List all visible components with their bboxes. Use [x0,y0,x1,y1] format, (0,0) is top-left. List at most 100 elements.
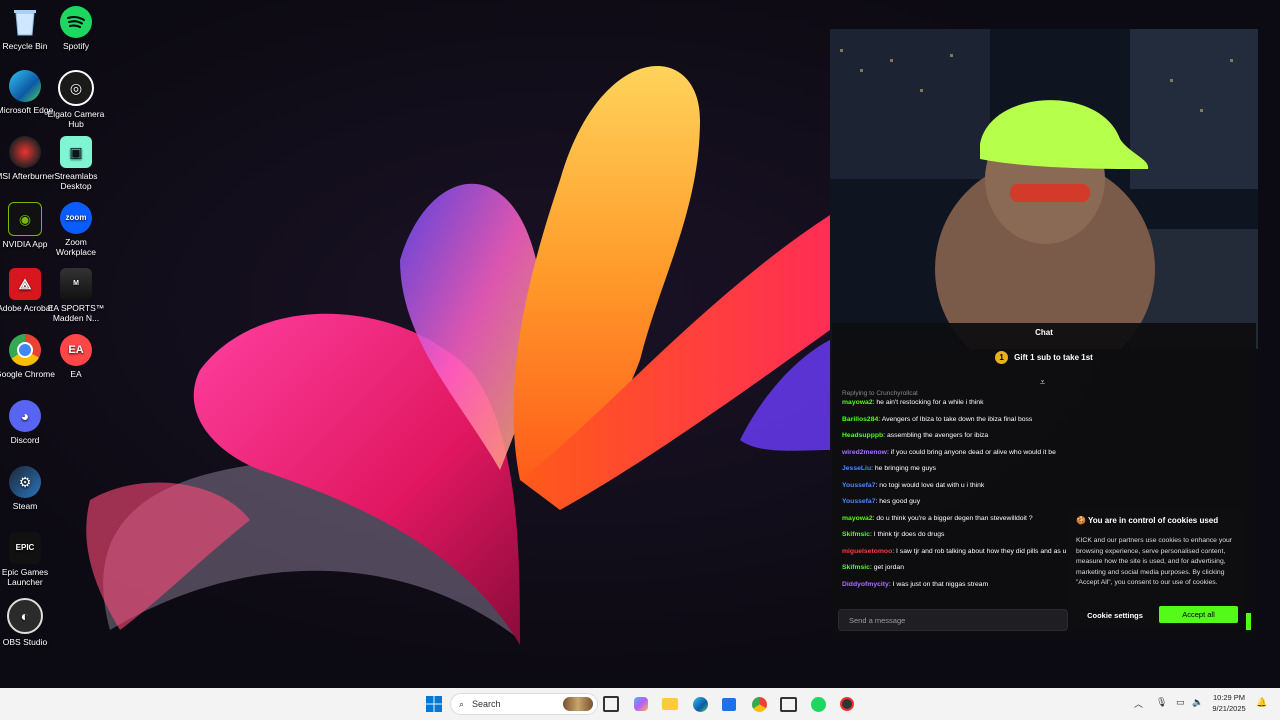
desktop-icon-epic[interactable]: EPIC Epic Games Launcher [0,532,57,587]
pinned-text: Gift 1 sub to take 1st [1014,353,1093,362]
send-message-input[interactable]: Send a message [838,609,1068,631]
zoom-icon: zoom [60,202,92,234]
taskbar-search[interactable]: ⌕ Search [450,693,598,715]
record-taskbar-icon[interactable] [837,694,857,714]
chat-text: assembling the avengers for ibiza [886,432,989,439]
chat-text: get jordan [873,564,904,571]
chat-message: Youssefa7: no togi would love dat with u… [842,482,1074,491]
clock-time: 10:29 PM [1212,693,1246,702]
edge-taskbar-icon[interactable] [690,694,710,714]
desktop-icon-ea[interactable]: EA EA [44,334,108,379]
store-icon[interactable] [719,694,739,714]
taskbar: ⌕ Search ︿ 🎙 ▭ 🔈 10:29 PM 9/21/2025 🔔 [0,688,1280,720]
cookie-banner: 🍪 You are in control of cookies used KIC… [1068,506,1246,630]
spotify-icon [60,6,92,38]
desktop-icon-discord[interactable]: ◕ Discord [0,400,57,445]
app-taskbar-icon[interactable] [778,694,798,714]
microphone-icon[interactable]: 🎙 [1156,697,1167,708]
chrome-icon [9,334,41,366]
chat-username[interactable]: Skifmsic [842,564,870,571]
collapse-icon[interactable]: ⩡ [1040,377,1045,388]
search-highlight-icon [563,697,593,711]
chat-message: Barillos284: Avengers of Ibiza to take d… [842,416,1074,425]
taskbar-clock[interactable]: 10:29 PM 9/21/2025 [1206,692,1252,714]
chat-message: wired2menow: if you could bring anyone d… [842,449,1074,458]
show-hidden-icons-icon[interactable]: ︿ [1134,697,1143,710]
chat-message: Youssefa7: hes good guy [842,498,1074,507]
edge-icon [9,70,41,102]
reply-note: Replying to Crunchyrollcat [842,390,918,397]
chat-message: JesseLiu: he bringing me guys [842,465,1074,474]
steam-icon: ⚙ [9,466,41,498]
afterburner-icon [9,136,41,168]
chat-message: miguelsetomoo: I saw tjr and rob talking… [842,548,1074,557]
madden-icon: M [60,268,92,300]
spotify-taskbar-icon[interactable] [808,694,828,714]
chat-username[interactable]: Youssefa7 [842,482,876,489]
chat-username[interactable]: mayowa2 [842,515,873,522]
file-explorer-icon[interactable] [660,694,680,714]
chat-send-accent [1246,613,1251,630]
start-button[interactable] [424,694,444,714]
desktop-icon-streamlabs[interactable]: ▣ Streamlabs Desktop [44,136,108,191]
cookie-title: 🍪 You are in control of cookies used [1076,516,1219,525]
recycle-bin-icon [9,6,41,38]
chat-username[interactable]: Youssefa7 [842,498,876,505]
chat-message: mayowa2: do u think you're a bigger dege… [842,515,1074,524]
chat-username[interactable]: Diddyofmycity [842,581,889,588]
streamlabs-icon: ▣ [60,136,92,168]
network-icon[interactable]: ▭ [1176,697,1185,708]
notification-icon[interactable]: 🔔 [1256,697,1267,708]
chat-message: mayowa2: he ain't restocking for a while… [842,399,1074,408]
chat-title: Chat [1035,328,1053,337]
acrobat-icon: ⟁ [9,268,41,300]
windows-icon [426,696,442,712]
webcam-image [830,29,1258,349]
chat-username[interactable]: Barillos284 [842,416,878,423]
cookie-settings-button[interactable]: Cookie settings [1078,607,1152,623]
chat-username[interactable]: miguelsetomoo [842,548,892,555]
chat-username[interactable]: JesseLiu [842,465,871,472]
desktop-icon-steam[interactable]: ⚙ Steam [0,466,57,511]
accept-all-button[interactable]: Accept all [1159,606,1238,623]
chat-text: I saw tjr and rob talking about how they… [896,547,1067,555]
chat-message: Diddyofmycity: I was just on that niggas… [842,581,1074,590]
chat-text: do u think you're a bigger degen than st… [876,514,1033,522]
webcam-feed [830,29,1258,349]
search-label: Search [472,699,501,709]
gift-badge-icon: 1 [995,351,1009,364]
search-icon: ⌕ [459,698,465,709]
chat-username[interactable]: wired2menow [842,449,887,456]
chat-username[interactable]: Headsupppb [842,432,883,439]
chat-text: if you could bring anyone dead or alive … [890,448,1056,456]
desktop-icon-spotify[interactable]: Spotify [44,6,108,51]
epic-games-icon: EPIC [9,532,41,564]
chat-text: I think tjr does do drugs [873,531,945,538]
volume-icon[interactable]: 🔈 [1192,697,1203,708]
task-view-icon[interactable] [601,694,621,714]
desktop-icon-elgato[interactable]: ◎ Elgato Camera Hub [44,70,108,129]
chat-text: he bringing me guys [874,465,937,472]
cookie-body: KICK and our partners use cookies to enh… [1076,537,1233,586]
chat-username[interactable]: Skifmsic [842,531,870,538]
desktop-icon-zoom[interactable]: zoom Zoom Workplace [44,202,108,257]
chrome-taskbar-icon[interactable] [749,694,769,714]
desktop-icon-obs[interactable]: ◐ OBS Studio [0,598,57,647]
chat-messages: mayowa2: he ain't restocking for a while… [842,399,1074,597]
chat-message: Skifmsic: I think tjr does do drugs [842,531,1074,540]
chat-username[interactable]: mayowa2 [842,399,873,406]
desktop-icon-madden[interactable]: M EA SPORTS™ Madden N... [44,268,108,323]
chat-text: Avengers of Ibiza to take down the ibiza… [881,415,1033,423]
pinned-message[interactable]: 1 Gift 1 sub to take 1st [832,351,1256,364]
clock-date: 9/21/2025 [1212,704,1246,713]
chat-text: no togi would love dat with u i think [879,481,985,489]
ea-icon: EA [60,334,92,366]
nvidia-icon: ◉ [8,202,42,236]
chat-text: he ain't restocking for a while i think [876,399,984,406]
chat-message: Skifmsic: get jordan [842,564,1074,573]
camera-icon: ◎ [58,70,94,106]
chat-text: I was just on that niggas stream [892,580,989,588]
copilot-icon[interactable] [631,694,651,714]
obs-icon: ◐ [7,598,43,634]
chat-message: Headsupppb: assembling the avengers for … [842,432,1074,441]
